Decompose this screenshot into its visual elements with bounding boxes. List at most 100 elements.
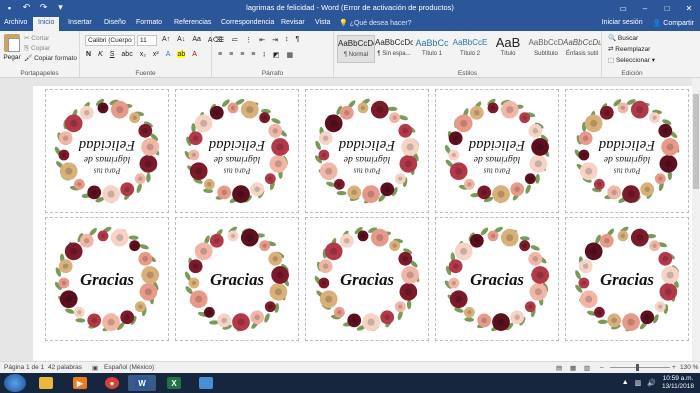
paste-button[interactable]: Pegar (3, 34, 21, 61)
show-hidden-icons-icon[interactable]: ▲ (622, 379, 629, 387)
tab-referencias[interactable]: Referencias (174, 18, 211, 27)
card-gracias: Gracias (305, 217, 429, 341)
tab-inicio[interactable]: Inicio (33, 17, 60, 31)
share-button[interactable]: 👤 Compartir (653, 19, 694, 27)
tab-insertar[interactable]: Insertar (68, 18, 92, 27)
strikethrough-icon[interactable]: abc (121, 51, 132, 58)
tab-formato[interactable]: Formato (136, 18, 162, 27)
start-button[interactable] (4, 374, 26, 392)
justify-icon[interactable]: ≡ (251, 51, 255, 59)
clock[interactable]: 10:59 a.m. 13/11/2018 (662, 375, 694, 391)
shading-icon[interactable]: ◩ (273, 51, 280, 59)
font-family-select[interactable]: Calibri (Cuerpo (85, 35, 135, 46)
proofing-icon[interactable]: ▣ (92, 364, 98, 372)
show-marks-icon[interactable]: ¶ (296, 36, 300, 44)
text-effects-icon[interactable]: A (166, 51, 171, 58)
scrollbar-thumb[interactable] (693, 94, 699, 189)
select-button[interactable]: ⬚ Seleccionar ▾ (608, 55, 655, 66)
card-gracias-text: Gracias (470, 270, 524, 289)
tab-archivo[interactable]: Archivo (4, 18, 27, 27)
signin-link[interactable]: Iniciar sesión (602, 19, 643, 27)
style-subtitle[interactable]: AaBbCcD Subtítulo (527, 35, 565, 63)
zoom-slider-thumb[interactable] (636, 364, 639, 371)
style-no-spacing[interactable]: AaBbCcDc ¶ Sin espa... (375, 35, 413, 63)
zoom-level[interactable]: 130 % (680, 364, 698, 371)
replace-button[interactable]: ⇄ Reemplazar (608, 44, 655, 55)
vertical-scrollbar[interactable] (692, 78, 700, 361)
flower-center (367, 318, 375, 326)
tell-me-search[interactable]: 💡 ¿Qué desea hacer? (339, 19, 412, 27)
borders-icon[interactable]: ▦ (287, 51, 294, 59)
ribbon-display-options-icon[interactable]: ▭ (612, 0, 634, 16)
tab-revisar[interactable]: Revisar (281, 18, 305, 27)
network-icon[interactable]: ▥ (635, 379, 642, 387)
tab-correspondencia[interactable]: Correspondencia (221, 18, 274, 27)
subscript-icon[interactable]: x₂ (140, 51, 146, 58)
align-right-icon[interactable]: ≡ (240, 51, 244, 59)
flower-center (644, 186, 650, 193)
flower-center (195, 167, 203, 175)
decrease-indent-icon[interactable]: ⇤ (259, 36, 265, 44)
maximize-button[interactable]: □ (656, 0, 678, 16)
bold-icon[interactable]: N (86, 51, 91, 58)
taskbar-app[interactable]: ● (98, 375, 126, 391)
system-tray: ▲ ▥ 🔊 (622, 379, 656, 387)
font-color-icon[interactable]: A (192, 51, 197, 58)
style-heading-1[interactable]: AaBbCc Título 1 (413, 35, 451, 63)
copy-button[interactable]: ⎘ Copiar (24, 44, 77, 54)
highlight-icon[interactable]: ab (177, 51, 186, 58)
cut-button[interactable]: ✂ Cortar (24, 34, 77, 44)
align-center-icon[interactable]: ≡ (229, 51, 233, 59)
taskbar-app[interactable] (32, 375, 60, 391)
zoom-slider[interactable] (610, 367, 670, 368)
increase-indent-icon[interactable]: ⇥ (272, 36, 278, 44)
flower-center (77, 310, 82, 315)
style-subtle-emphasis[interactable]: AaBbCcDu Énfasis sutil (563, 35, 601, 63)
card-gracias: Gracias (565, 217, 689, 341)
web-layout-icon[interactable]: ▥ (584, 364, 590, 372)
bullets-icon[interactable]: ☰ (218, 36, 224, 44)
read-mode-icon[interactable]: ▤ (556, 364, 562, 372)
share-label: Compartir (663, 20, 694, 27)
flower-center (467, 310, 472, 315)
document-page[interactable]: Para tus lágrimas de Felicidad Para tus … (33, 86, 693, 361)
language-indicator[interactable]: Español (México) (104, 364, 154, 371)
style-normal[interactable]: AaBbCcDc ¶ Normal (337, 35, 375, 63)
italic-icon[interactable]: K (98, 51, 103, 58)
ribbon: Pegar ✂ Cortar ⎘ Copiar 🖌 Copiar formato… (0, 31, 700, 78)
print-layout-icon[interactable]: ▦ (570, 364, 576, 372)
underline-icon[interactable]: S (110, 51, 115, 58)
taskbar-app[interactable]: W (128, 375, 156, 391)
volume-icon[interactable]: 🔊 (647, 379, 656, 387)
multilevel-list-icon[interactable]: ⋮ (245, 36, 252, 44)
tab-vista[interactable]: Vista (315, 18, 330, 27)
change-case-icon[interactable]: Aa (192, 36, 201, 44)
page-count[interactable]: Página 1 de 1 (4, 364, 44, 371)
tab-diseno[interactable]: Diseño (104, 18, 126, 27)
font-size-select[interactable]: 11 (137, 35, 157, 46)
grow-font-icon[interactable]: A↑ (162, 36, 170, 44)
align-left-icon[interactable]: ≡ (218, 51, 222, 59)
taskbar-app[interactable] (192, 375, 220, 391)
flower-center (321, 280, 327, 286)
word-count[interactable]: 42 palabras (48, 364, 82, 371)
zoom-in-button[interactable]: + (672, 364, 676, 371)
find-button[interactable]: 🔍 Buscar (608, 33, 655, 44)
leaf (406, 299, 412, 310)
floral-wreath-felicidad: Para tus lágrimas de Felicidad (444, 98, 550, 204)
taskbar-app[interactable]: ▶ (66, 375, 94, 391)
close-button[interactable]: ✕ (678, 0, 700, 16)
shrink-font-icon[interactable]: A↓ (177, 36, 185, 44)
minimize-button[interactable]: – (634, 0, 656, 16)
superscript-icon[interactable]: x² (153, 51, 159, 58)
card-gracias-text: Gracias (340, 270, 394, 289)
line-spacing-icon[interactable]: ↨ (262, 51, 266, 59)
style-title[interactable]: AaB Título (489, 35, 527, 63)
zoom-out-button[interactable]: – (600, 364, 604, 371)
card-text-line2: lágrimas de (473, 154, 520, 165)
taskbar-app[interactable]: X (160, 375, 188, 391)
sort-icon[interactable]: ↕ (285, 36, 289, 44)
format-painter-button[interactable]: 🖌 Copiar formato (24, 54, 77, 64)
style-heading-2[interactable]: AaBbCcE Título 2 (451, 35, 489, 63)
numbering-icon[interactable]: ≔ (231, 36, 238, 44)
